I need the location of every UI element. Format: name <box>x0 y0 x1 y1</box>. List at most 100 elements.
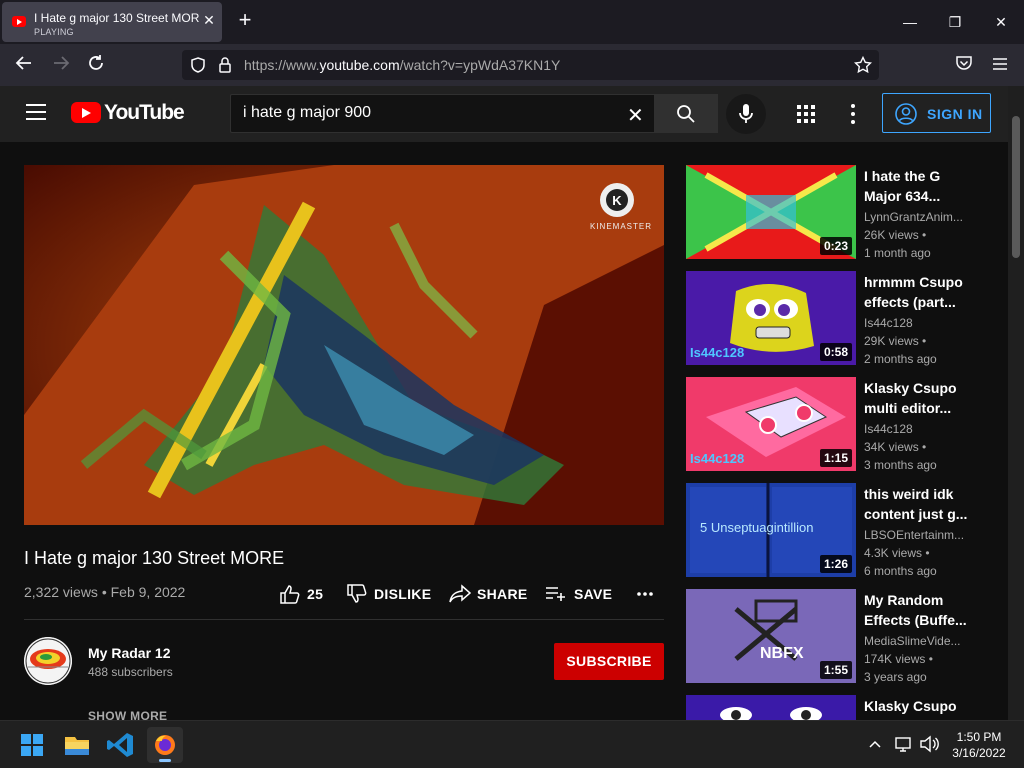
back-arrow-icon[interactable] <box>13 54 35 76</box>
network-icon[interactable] <box>894 735 912 758</box>
page-scrollbar[interactable] <box>1008 86 1024 720</box>
channel-name[interactable]: My Radar 12 <box>88 645 170 661</box>
recommended-title[interactable]: My Random Effects (Buffe... <box>864 590 968 630</box>
video-thumbnail[interactable]: 0:23 <box>686 165 856 259</box>
thumbnail-text: Is44c128 <box>690 451 745 466</box>
recommended-video[interactable]: 5 Unseptuagintillion 1:26 this weird idk… <box>686 483 1004 578</box>
window-close-icon[interactable]: ✕ <box>991 12 1011 32</box>
like-count: 25 <box>307 586 324 602</box>
dislike-button[interactable]: DISLIKE <box>346 584 431 604</box>
video-title: I Hate g major 130 Street MORE <box>24 548 285 568</box>
video-views-date: 2,322 views • Feb 9, 2022 <box>24 584 186 600</box>
recommended-video[interactable]: Klasky Csupo <box>686 695 1004 720</box>
search-button[interactable] <box>654 94 718 133</box>
channel-avatar[interactable] <box>24 637 72 685</box>
browser-tab-active[interactable]: I Hate g major 130 Street MORE PLAYING ✕ <box>2 2 222 42</box>
recommended-title[interactable]: I hate the G Major 634... <box>864 166 968 206</box>
tab-close-icon[interactable]: ✕ <box>202 13 216 27</box>
video-thumbnail[interactable]: Is44c128 1:15 <box>686 377 856 471</box>
lock-icon[interactable] <box>218 57 232 78</box>
like-button[interactable]: 25 <box>279 584 327 604</box>
video-thumbnail[interactable] <box>686 695 856 720</box>
recommended-video[interactable]: NBFX 1:55 My Random Effects (Buffe... Me… <box>686 589 1004 684</box>
clear-search-icon[interactable]: ✕ <box>627 103 644 128</box>
sign-in-label: SIGN IN <box>927 106 983 122</box>
youtube-logo-icon[interactable] <box>71 102 101 123</box>
bookmark-star-icon[interactable] <box>853 55 873 79</box>
recommended-views: 29K views • <box>864 334 927 348</box>
video-thumbnail[interactable]: Is44c128 0:58 <box>686 271 856 365</box>
recommended-title[interactable]: this weird idk content just g... <box>864 484 968 524</box>
recommended-age: 1 month ago <box>864 246 931 260</box>
recommended-channel[interactable]: LBSOEntertainm... <box>864 528 968 542</box>
minimize-icon[interactable]: — <box>900 12 920 32</box>
video-player[interactable]: K KINEMASTER <box>24 165 664 525</box>
firefox-taskbar-icon[interactable] <box>147 727 183 763</box>
video-duration: 0:23 <box>819 237 852 255</box>
thumbs-down-icon <box>347 584 367 603</box>
system-clock[interactable]: 1:50 PM 3/16/2022 <box>944 729 1014 761</box>
recommended-channel[interactable]: Is44c128 <box>864 422 968 436</box>
svg-text:K: K <box>612 193 622 208</box>
windows-start-icon[interactable] <box>14 727 50 763</box>
guide-menu-icon[interactable] <box>26 104 46 120</box>
restore-icon[interactable]: ❐ <box>945 12 965 32</box>
share-button[interactable]: SHARE <box>449 584 529 604</box>
recommended-title[interactable]: Klasky Csupo <box>864 696 968 716</box>
tab-playing-status: PLAYING <box>34 27 74 37</box>
kinemaster-logo-icon: K <box>600 183 634 217</box>
apps-grid-icon[interactable] <box>797 105 815 123</box>
video-duration: 0:58 <box>819 343 852 361</box>
search-input[interactable] <box>243 104 623 122</box>
youtube-favicon-icon <box>12 16 26 27</box>
recommended-title[interactable]: Klasky Csupo multi editor... <box>864 378 968 418</box>
pocket-icon[interactable] <box>953 54 975 76</box>
url-text[interactable]: https://www.youtube.com/watch?v=ypWdA37K… <box>244 57 560 73</box>
search-box[interactable]: ✕ <box>230 94 654 133</box>
save-label: SAVE <box>574 586 613 602</box>
scrollbar-thumb[interactable] <box>1012 116 1020 258</box>
video-duration: 1:26 <box>819 555 852 573</box>
recommended-views: 4.3K views • <box>864 546 930 560</box>
recommended-age: 2 months ago <box>864 352 937 366</box>
browser-nav-bar: https://www.youtube.com/watch?v=ypWdA37K… <box>0 44 1024 86</box>
video-frame <box>24 165 664 525</box>
recommended-views: 26K views • <box>864 228 927 242</box>
account-circle-icon <box>895 103 917 125</box>
recommended-video[interactable]: Is44c128 1:15 Klasky Csupo multi editor.… <box>686 377 1004 472</box>
settings-more-icon[interactable] <box>851 104 855 124</box>
recommended-channel[interactable]: Is44c128 <box>864 316 968 330</box>
recommended-views: 174K views • <box>864 652 933 666</box>
recommended-channel[interactable]: LynnGrantzAnim... <box>864 210 968 224</box>
forward-arrow-icon[interactable] <box>50 54 72 76</box>
thumbnail-text: Is44c128 <box>690 345 745 360</box>
vscode-icon[interactable] <box>103 727 139 763</box>
youtube-logo-text[interactable]: YouTube <box>104 101 185 125</box>
volume-icon[interactable] <box>919 735 939 758</box>
new-tab-plus-icon[interactable]: + <box>234 9 256 32</box>
video-thumbnail[interactable]: 5 Unseptuagintillion 1:26 <box>686 483 856 577</box>
recommended-video[interactable]: 0:23 I hate the G Major 634... LynnGrant… <box>686 165 1004 260</box>
hamburger-menu-icon[interactable] <box>989 54 1011 76</box>
more-actions-button[interactable] <box>636 584 654 604</box>
sign-in-button[interactable]: SIGN IN <box>882 93 991 133</box>
active-app-indicator <box>159 759 171 762</box>
address-bar[interactable]: https://www.youtube.com/watch?v=ypWdA37K… <box>182 50 879 80</box>
chevron-up-icon[interactable] <box>868 737 882 756</box>
file-explorer-icon[interactable] <box>59 727 95 763</box>
shield-icon[interactable] <box>190 57 206 78</box>
video-thumbnail[interactable]: NBFX 1:55 <box>686 589 856 683</box>
recommended-title[interactable]: hrmmm Csupo effects (part... <box>864 272 968 312</box>
video-duration: 1:15 <box>819 449 852 467</box>
recommended-channel[interactable]: MediaSlimeVide... <box>864 634 968 648</box>
tab-title: I Hate g major 130 Street MORE <box>34 11 200 25</box>
thumbnail-text: NBFX <box>760 645 804 662</box>
more-horizontal-icon <box>637 592 653 596</box>
youtube-header: YouTube ✕ SIGN IN <box>0 86 1008 142</box>
voice-search-button[interactable] <box>726 94 766 134</box>
recommended-video[interactable]: Is44c128 0:58 hrmmm Csupo effects (part.… <box>686 271 1004 366</box>
clock-time: 1:50 PM <box>956 730 1002 744</box>
subscribe-button[interactable]: SUBSCRIBE <box>554 643 664 680</box>
reload-icon[interactable] <box>85 54 107 76</box>
save-button[interactable]: SAVE <box>545 584 617 604</box>
